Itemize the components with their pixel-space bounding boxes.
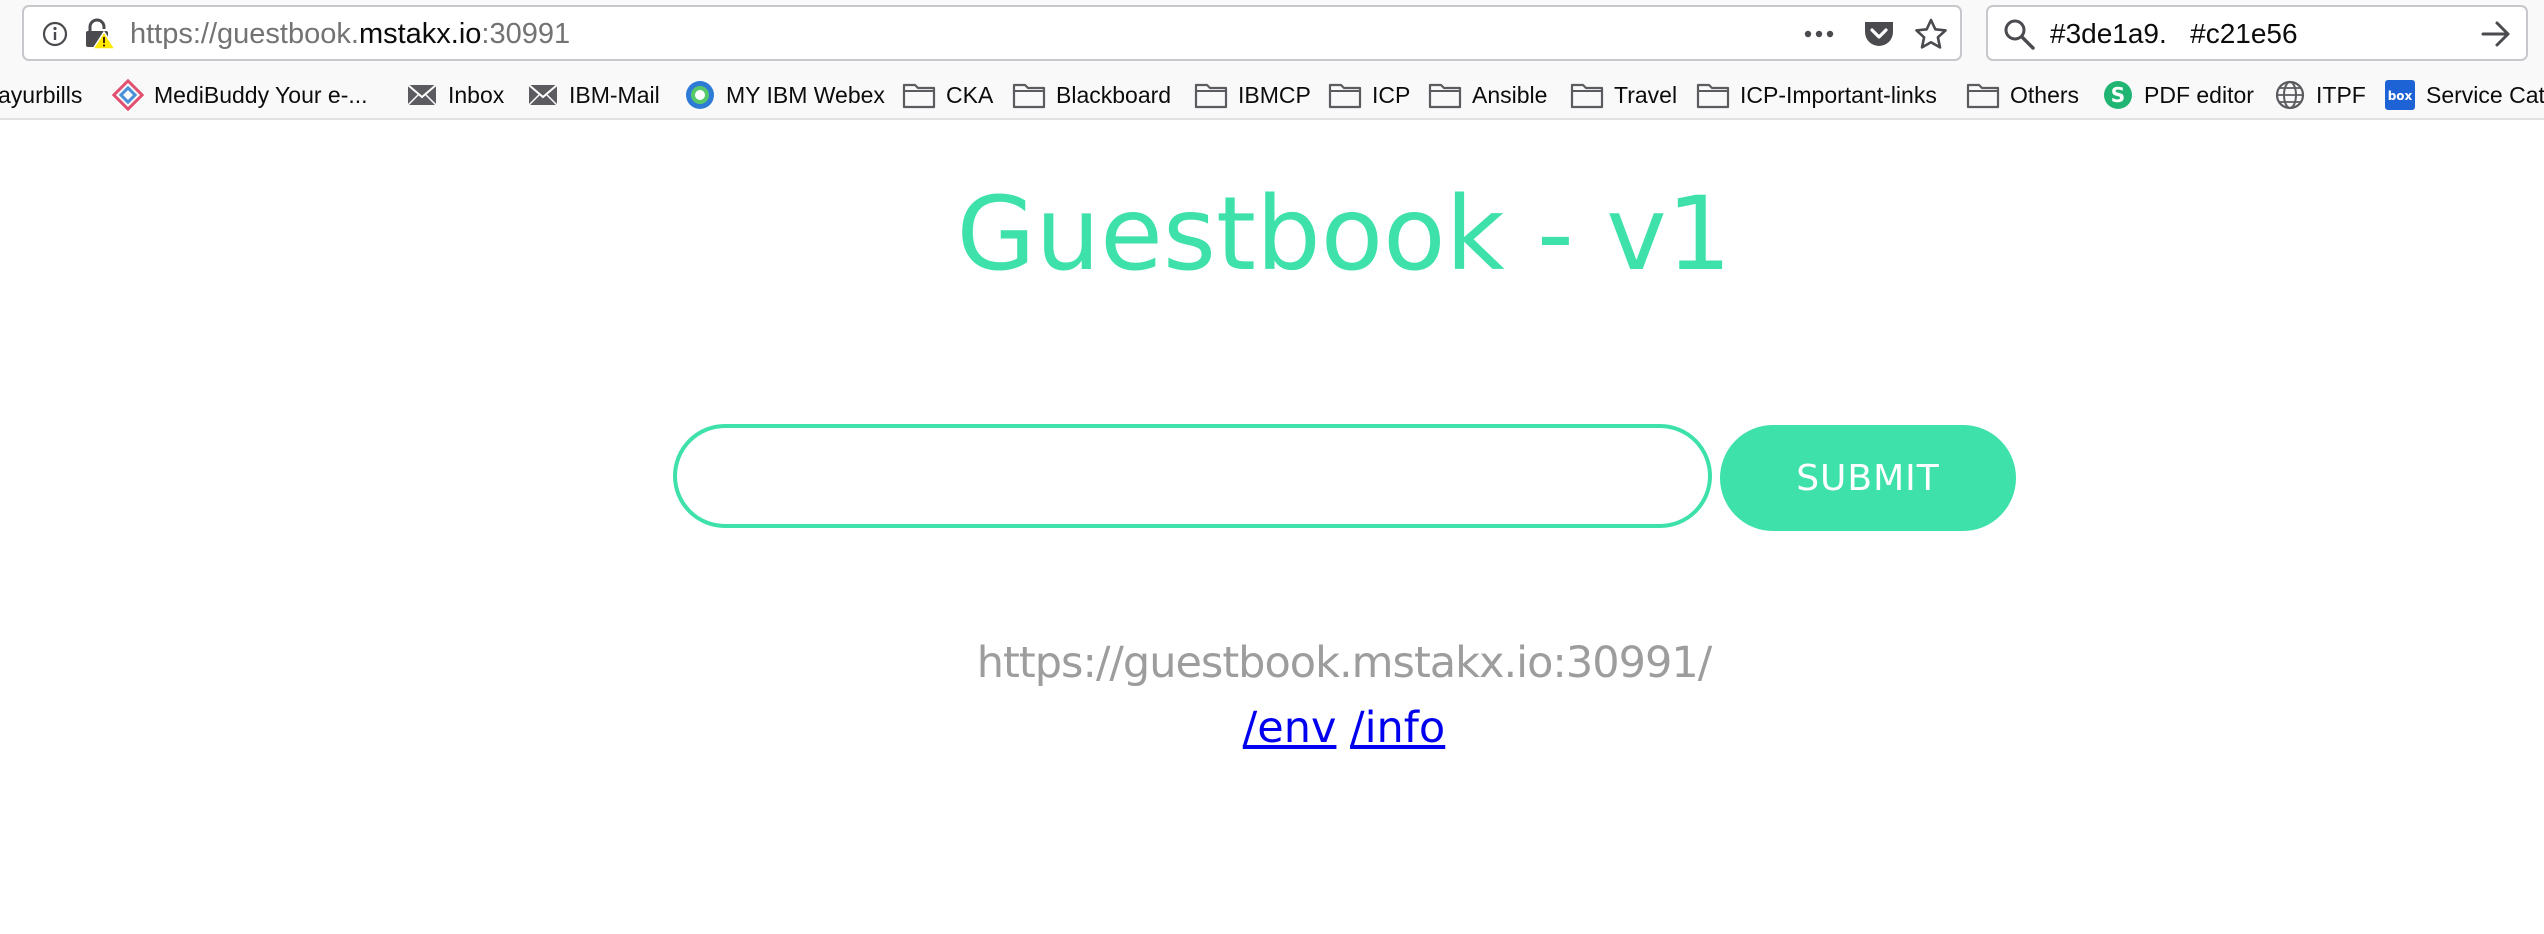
bookmark-pdf-editor[interactable]: S PDF editor: [2102, 78, 2254, 112]
env-link[interactable]: /env: [1243, 703, 1337, 753]
guestbook-message-input[interactable]: [673, 424, 1712, 528]
bookmark-ibm-mail[interactable]: IBM-Mail: [527, 78, 660, 112]
folder-icon: [1428, 83, 1462, 109]
bookmark-folder-icp-important-links[interactable]: ICP-Important-links: [1696, 78, 1937, 112]
mail-icon: [407, 84, 437, 106]
bookmark-label: IBMCP: [1238, 81, 1311, 108]
go-arrow-icon[interactable]: [2480, 19, 2512, 49]
bookmark-my-ibm-webex[interactable]: MY IBM Webex: [684, 78, 885, 112]
bookmark-service-catalog[interactable]: box Service Cat: [2384, 78, 2544, 112]
bookmark-label: Ansible: [1472, 81, 1548, 108]
bookmark-label: MediBuddy Your e-...: [154, 81, 368, 108]
mail-icon: [528, 84, 558, 106]
globe-icon: [2275, 80, 2305, 110]
more-actions-icon[interactable]: [1802, 21, 1836, 47]
bookmark-label: PDF editor: [2144, 81, 2254, 108]
page-title: Guestbook - v1: [956, 175, 1732, 294]
info-links: /env /info: [0, 700, 2544, 756]
bookmark-folder-cka[interactable]: CKA: [902, 78, 993, 112]
svg-text:box: box: [2388, 89, 2413, 103]
url-text[interactable]: https://guestbook.mstakx.io:30991: [130, 17, 570, 51]
bookmark-label: ICP-Important-links: [1740, 81, 1937, 108]
box-icon: box: [2385, 80, 2415, 110]
bookmark-label: Blackboard: [1056, 81, 1172, 108]
url-host: mstakx.io: [358, 18, 482, 50]
bookmark-folder-others[interactable]: Others: [1966, 78, 2079, 112]
bookmark-ayurbills[interactable]: ayurbills: [0, 78, 82, 112]
info-icon[interactable]: [42, 21, 68, 47]
folder-icon: [1570, 83, 1604, 109]
info-link[interactable]: /info: [1350, 703, 1445, 753]
pocket-icon[interactable]: [1862, 18, 1896, 50]
insecure-lock-icon[interactable]: [82, 18, 116, 50]
bookmark-label: Travel: [1614, 81, 1678, 108]
search-bar[interactable]: #3de1a9. #c21e56: [1986, 5, 2528, 61]
folder-icon: [1328, 83, 1362, 109]
bookmark-itpf[interactable]: ITPF: [2274, 78, 2366, 112]
bookmark-star-icon[interactable]: [1914, 17, 1948, 51]
bookmark-inbox[interactable]: Inbox: [406, 78, 504, 112]
svg-text:S: S: [2111, 83, 2125, 107]
pdf-editor-icon: S: [2104, 81, 2132, 109]
submit-button[interactable]: SUBMIT: [1720, 425, 2016, 531]
folder-icon: [1696, 83, 1730, 109]
bookmark-label: CKA: [946, 81, 994, 108]
url-prefix: https://guestbook.: [130, 18, 359, 50]
search-icon: [2004, 19, 2035, 50]
search-input[interactable]: #3de1a9. #c21e56: [2050, 17, 2298, 51]
webex-icon: [686, 81, 714, 109]
url-port: :30991: [481, 18, 571, 50]
bookmark-label: ICP: [1372, 81, 1411, 108]
bookmarks-toolbar: ayurbills MediBuddy Your e-... Inbox IBM…: [0, 70, 2544, 120]
folder-icon: [1012, 83, 1046, 109]
bookmark-folder-icp[interactable]: ICP: [1328, 78, 1410, 112]
bookmark-folder-blackboard[interactable]: Blackboard: [1012, 78, 1171, 112]
bookmark-label: ayurbills: [0, 81, 83, 108]
bookmark-label: IBM-Mail: [569, 81, 660, 108]
bookmark-label: Others: [2010, 81, 2080, 108]
browser-toolbar: https://guestbook.mstakx.io:30991 #3de1a…: [0, 0, 2544, 70]
host-address: https://guestbook.mstakx.io:30991/: [976, 638, 1712, 688]
bookmark-medibuddy[interactable]: MediBuddy Your e-...: [112, 78, 368, 112]
bookmark-label: ITPF: [2316, 81, 2366, 108]
address-bar[interactable]: https://guestbook.mstakx.io:30991: [22, 5, 1962, 61]
bookmark-folder-ibmcp[interactable]: IBMCP: [1194, 78, 1311, 112]
folder-icon: [902, 83, 936, 109]
folder-icon: [1966, 83, 2000, 109]
folder-icon: [1194, 83, 1228, 109]
bookmark-folder-ansible[interactable]: Ansible: [1428, 78, 1547, 112]
bookmark-folder-travel[interactable]: Travel: [1570, 78, 1677, 112]
medibuddy-icon: [112, 79, 144, 111]
bookmark-label: Service Cat: [2426, 81, 2544, 108]
bookmark-label: Inbox: [448, 81, 505, 108]
page-content: Guestbook - v1 SUBMIT https://guestbook.…: [0, 120, 2544, 934]
bookmark-label: MY IBM Webex: [726, 81, 885, 108]
